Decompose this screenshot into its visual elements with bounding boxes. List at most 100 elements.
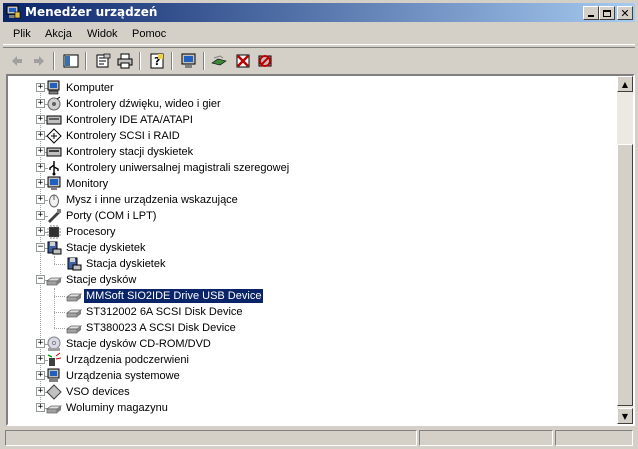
expand-icon[interactable]: +	[36, 211, 45, 220]
toolbar-separator	[85, 52, 87, 70]
minimize-button[interactable]	[583, 6, 599, 20]
help-button[interactable]: ?	[147, 51, 167, 71]
tree-category[interactable]: + Komputer	[8, 80, 618, 96]
menu-pomoc[interactable]: Pomoc	[132, 28, 166, 40]
menu-bar: Plik Akcja Widok Pomoc	[3, 24, 635, 45]
tree-category[interactable]: + Stacje dysków CD-ROM/DVD	[8, 336, 618, 352]
toolbar: ?	[3, 47, 635, 74]
tree-category[interactable]: + Kontrolery SCSI i RAID	[8, 128, 618, 144]
device-tree-content: + Komputer + Kontrolery dźwięku, wideo i gi…	[8, 76, 620, 424]
tree-category[interactable]: + Woluminy magazynu	[8, 400, 618, 416]
tree-category[interactable]: − Stacje dyskietek	[8, 240, 618, 256]
tree-label: Urządzenia systemowe	[66, 370, 180, 382]
menu-plik[interactable]: Plik	[13, 28, 31, 40]
scroll-up-icon: ▲	[621, 79, 629, 89]
tree-connector-line	[54, 328, 65, 329]
expand-icon[interactable]: +	[36, 147, 45, 156]
tree-label: Stacje dyskietek	[66, 242, 146, 254]
print-button[interactable]	[115, 51, 135, 71]
ide-controller-icon	[46, 115, 62, 125]
forward-button[interactable]	[29, 51, 49, 71]
disable-device-button[interactable]	[233, 51, 253, 71]
expand-icon[interactable]: +	[36, 403, 45, 412]
cdrom-icon	[47, 336, 61, 351]
floppy-drive-icon	[47, 241, 62, 255]
menu-widok[interactable]: Widok	[87, 28, 118, 40]
disk-drive-icon	[66, 325, 82, 334]
tree-device[interactable]: ST312002 6A SCSI Disk Device	[8, 304, 618, 320]
tree-category[interactable]: + Kontrolery IDE ATA/ATAPI	[8, 112, 618, 128]
title-bar[interactable]: Menedżer urządzeń ✕	[3, 3, 635, 22]
system-device-icon	[47, 368, 60, 382]
scrollbar-thumb[interactable]	[617, 144, 633, 406]
floppy-controller-icon	[46, 147, 62, 157]
properties-button[interactable]	[93, 51, 113, 71]
storage-volume-icon	[46, 405, 62, 414]
tree-connector-line	[54, 296, 65, 297]
status-pane-main	[5, 430, 417, 446]
tree-category[interactable]: + Monitory	[8, 176, 618, 192]
tree-category[interactable]: + VSO devices	[8, 384, 618, 400]
device-tree[interactable]: + Komputer + Kontrolery dźwięku, wideo i gi…	[6, 74, 635, 426]
tree-category[interactable]: + Kontrolery stacji dyskietek	[8, 144, 618, 160]
expand-icon[interactable]: +	[36, 131, 45, 140]
close-button[interactable]: ✕	[617, 6, 633, 20]
collapse-icon[interactable]: −	[36, 275, 45, 284]
mouse-icon	[49, 194, 59, 208]
scan-hardware-button[interactable]	[179, 51, 199, 71]
tree-device[interactable]: Stacja dyskietek	[8, 256, 618, 272]
expand-icon[interactable]: +	[36, 179, 45, 188]
scroll-up-button[interactable]: ▲	[617, 76, 633, 92]
disk-drive-icon	[46, 277, 62, 286]
tree-category[interactable]: + Mysz i inne urządzenia wskazujące	[8, 192, 618, 208]
show-hide-tree-icon	[63, 54, 79, 68]
tree-category[interactable]: + Urządzenia systemowe	[8, 368, 618, 384]
back-button[interactable]	[7, 51, 27, 71]
usb-icon	[49, 161, 59, 176]
tree-label: Porty (COM i LPT)	[66, 210, 157, 222]
uninstall-device-button[interactable]	[255, 51, 275, 71]
tree-label: ST380023 A SCSI Disk Device	[86, 322, 236, 334]
show-hide-tree-button[interactable]	[61, 51, 81, 71]
expand-icon[interactable]: +	[36, 195, 45, 204]
tree-label: Kontrolery stacji dyskietek	[66, 146, 194, 158]
menu-akcja[interactable]: Akcja	[45, 28, 72, 40]
tree-label: Stacja dyskietek	[86, 258, 166, 270]
status-pane-secondary	[419, 430, 553, 446]
expand-icon[interactable]: +	[36, 387, 45, 396]
expand-icon[interactable]: +	[36, 83, 45, 92]
expand-icon[interactable]: +	[36, 227, 45, 236]
tree-category[interactable]: + Procesory	[8, 224, 618, 240]
vertical-scrollbar[interactable]: ▲ ▼	[617, 76, 633, 424]
tree-label: VSO devices	[66, 386, 130, 398]
vso-device-icon	[46, 384, 62, 400]
tree-category[interactable]: + Urządzenia podczerwieni	[8, 352, 618, 368]
expand-icon[interactable]: +	[36, 99, 45, 108]
disk-drive-icon	[66, 309, 82, 318]
collapse-icon[interactable]: −	[36, 243, 45, 252]
tree-category[interactable]: + Kontrolery dźwięku, wideo i gier	[8, 96, 618, 112]
status-pane-tertiary	[555, 430, 633, 446]
processor-icon	[47, 225, 61, 239]
expand-icon[interactable]: +	[36, 355, 45, 364]
expand-icon[interactable]: +	[36, 371, 45, 380]
tree-device[interactable]: MMSoft SIO2IDE Drive USB Device	[8, 288, 618, 304]
uninstall-device-icon	[258, 55, 272, 67]
update-driver-button[interactable]	[209, 51, 229, 71]
scan-hardware-icon	[181, 53, 196, 68]
tree-category[interactable]: + Kontrolery uniwersalnej magistrali szer…	[8, 160, 618, 176]
tree-label: Stacje dysków	[66, 274, 137, 286]
tree-device[interactable]: ST380023 A SCSI Disk Device	[8, 320, 618, 336]
expand-icon[interactable]: +	[36, 339, 45, 348]
expand-icon[interactable]: +	[36, 115, 45, 124]
tree-category[interactable]: − Stacje dysków	[8, 272, 618, 288]
expand-icon[interactable]: +	[36, 163, 45, 172]
floppy-drive-icon	[67, 257, 82, 271]
scroll-down-button[interactable]: ▼	[617, 408, 633, 424]
tree-label: Komputer	[66, 82, 114, 94]
maximize-button[interactable]	[599, 6, 615, 20]
back-arrow-icon	[12, 56, 22, 66]
tree-category[interactable]: + Porty (COM i LPT)	[8, 208, 618, 224]
device-manager-icon	[6, 5, 21, 19]
tree-connector-line	[54, 264, 65, 265]
